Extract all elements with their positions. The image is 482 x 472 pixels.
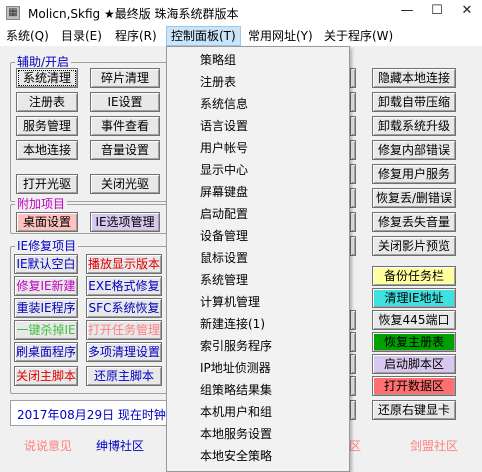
menu-program[interactable]: 程序(R) (111, 26, 161, 46)
hidden-button-edge (350, 92, 356, 112)
service-manager-button[interactable]: 服务管理 (16, 116, 78, 136)
close-main-script-button[interactable]: 关闭主脚本 (14, 366, 78, 386)
restore-registry-button[interactable]: 恢复主册表 (372, 332, 456, 352)
desktop-settings-button[interactable]: 桌面设置 (16, 212, 78, 232)
ie-settings-button[interactable]: IE设置 (90, 92, 160, 112)
menu-item-new-connection[interactable]: 新建连接(1) (167, 313, 349, 335)
menu-item-local-security-policy[interactable]: 本地安全策略 (167, 445, 349, 467)
hidden-button-edge (350, 310, 356, 330)
minimize-icon[interactable]: — (392, 0, 422, 22)
system-cleanup-button[interactable]: 系统清理 (16, 68, 78, 88)
hidden-button-edge (350, 140, 356, 160)
menu-item-local-users-groups[interactable]: 本机用户和组 (167, 401, 349, 423)
ie-default-blank-button[interactable]: IE默认空白 (14, 254, 78, 274)
hidden-button-edge (350, 400, 356, 420)
sfc-restore-button[interactable]: SFC系统恢复 (86, 298, 162, 318)
menu-item-local-services[interactable]: 本地服务设置 (167, 423, 349, 445)
menu-item-computer-management[interactable]: 计算机管理 (167, 291, 349, 313)
repair-user-service-button[interactable]: 修复用户服务 (372, 164, 456, 184)
date-time-text: 2017年08月29日 现在时钟18 (17, 408, 182, 422)
hidden-button-edge (350, 68, 356, 88)
clock-panel: 2017年08月29日 现在时钟18 (10, 400, 181, 426)
local-connection-button[interactable]: 本地连接 (16, 140, 78, 160)
refresh-desktop-button[interactable]: 刷桌面程序 (14, 342, 78, 362)
close-icon[interactable]: ✕ (452, 0, 482, 22)
clear-ie-address-button[interactable]: 清理IE地址 (372, 288, 456, 308)
menu-item-onscreen-keyboard[interactable]: 屏幕键盘 (167, 181, 349, 203)
feedback-link[interactable]: 说说意见 (24, 437, 72, 454)
defrag-button[interactable]: 碎片清理 (90, 68, 160, 88)
hidden-button-edge (350, 188, 356, 208)
exe-format-repair-button[interactable]: EXE格式修复 (86, 276, 162, 296)
menu-item-indexing-service[interactable]: 索引服务程序 (167, 335, 349, 357)
uninstall-system-update-button[interactable]: 卸载系统升级 (372, 116, 456, 136)
event-viewer-button[interactable]: 事件查看 (90, 116, 160, 136)
group-additional-label: 附加项目 (15, 197, 68, 211)
disable-video-preview-button[interactable]: 关闭影片预览 (372, 236, 456, 256)
shenbo-community-link[interactable]: 绅博社区 (96, 437, 144, 454)
menu-item-system-info[interactable]: 系统信息 (167, 93, 349, 115)
menu-item-system-management[interactable]: 系统管理 (167, 269, 349, 291)
open-task-manager-button[interactable]: 打开任务管理 (86, 320, 162, 340)
menu-system[interactable]: 系统(Q) (2, 26, 53, 46)
control-panel-dropdown: 策略组 注册表 系统信息 语言设置 用户帐号 显示中心 屏幕键盘 启动配置 设备… (166, 46, 350, 472)
startup-script-area-button[interactable]: 启动脚本区 (372, 354, 456, 374)
menu-common-urls[interactable]: 常用网址(Y) (244, 26, 317, 46)
multi-cleanup-settings-button[interactable]: 多项清理设置 (86, 342, 162, 362)
app-icon: ▦ (6, 6, 20, 20)
hidden-button-edge (350, 116, 356, 136)
menu-item-startup-config[interactable]: 启动配置 (167, 203, 349, 225)
hidden-button-edge (350, 332, 356, 352)
group-auxiliary-label: 辅助/开启 (15, 55, 72, 69)
menu-item-ip-detector[interactable]: IP地址侦测器 (167, 357, 349, 379)
menu-bar: 系统(Q) 目录(E) 程序(R) 控制面板(T) 常用网址(Y) 关于程序(W… (0, 26, 482, 46)
restore-lost-error-button[interactable]: 恢复丢/删错误 (372, 188, 456, 208)
menu-item-display-center[interactable]: 显示中心 (167, 159, 349, 181)
menu-item-rsop[interactable]: 组策略结果集 (167, 379, 349, 401)
ie-options-button[interactable]: IE选项管理 (90, 212, 160, 232)
menu-item-group-policy[interactable]: 策略组 (167, 49, 349, 71)
menu-item-user-accounts[interactable]: 用户帐号 (167, 137, 349, 159)
reinstall-ie-button[interactable]: 重装IE程序 (14, 298, 78, 318)
menu-control-panel[interactable]: 控制面板(T) (166, 26, 241, 46)
open-data-area-button[interactable]: 打开数据区 (372, 376, 456, 396)
menu-item-registry[interactable]: 注册表 (167, 71, 349, 93)
repair-lost-volume-button[interactable]: 修复丢失音量 (372, 212, 456, 232)
hidden-button-edge (350, 164, 356, 184)
restore-context-menu-display-button[interactable]: 还原右键显卡 (372, 400, 456, 420)
hidden-button-edge (350, 354, 356, 374)
window-title: Molicn,Skfig ★最终版 珠海系统群版本 (28, 7, 239, 21)
menu-directory[interactable]: 目录(E) (57, 26, 106, 46)
menu-about[interactable]: 关于程序(W) (320, 26, 397, 46)
play-display-version-button[interactable]: 播放显示版本 (86, 254, 162, 274)
hidden-button-edge (350, 376, 356, 396)
hidden-button-edge (350, 236, 356, 256)
restore-port-445-button[interactable]: 恢复445端口 (372, 310, 456, 330)
repair-internal-error-button[interactable]: 修复内部错误 (372, 140, 456, 160)
menu-item-mouse[interactable]: 鼠标设置 (167, 247, 349, 269)
menu-item-device-manager[interactable]: 设备管理 (167, 225, 349, 247)
registry-button[interactable]: 注册表 (16, 92, 78, 112)
kill-ie-button[interactable]: 一键杀掉IE (14, 320, 78, 340)
title-bar: ▦ Molicn,Skfig ★最终版 珠海系统群版本 — ☐ ✕ (0, 0, 482, 26)
hidden-button-edge (350, 212, 356, 232)
group-ie-repair-label: IE修复项目 (15, 239, 79, 253)
backup-taskbar-button[interactable]: 备份任务栏 (372, 266, 456, 286)
menu-item-language[interactable]: 语言设置 (167, 115, 349, 137)
maximize-icon[interactable]: ☐ (422, 0, 452, 22)
jianmeng-community-link[interactable]: 剑盟社区 (410, 437, 458, 454)
repair-ie-new-button[interactable]: 修复IE新建 (14, 276, 78, 296)
hide-local-connection-button[interactable]: 隐藏本地连接 (372, 68, 456, 88)
restore-main-script-button[interactable]: 还原主脚本 (86, 366, 162, 386)
uninstall-builtin-zip-button[interactable]: 卸载自带压缩 (372, 92, 456, 112)
volume-settings-button[interactable]: 音量设置 (90, 140, 160, 160)
close-cdrom-button[interactable]: 关闭光驱 (90, 174, 160, 194)
open-cdrom-button[interactable]: 打开光驱 (16, 174, 78, 194)
